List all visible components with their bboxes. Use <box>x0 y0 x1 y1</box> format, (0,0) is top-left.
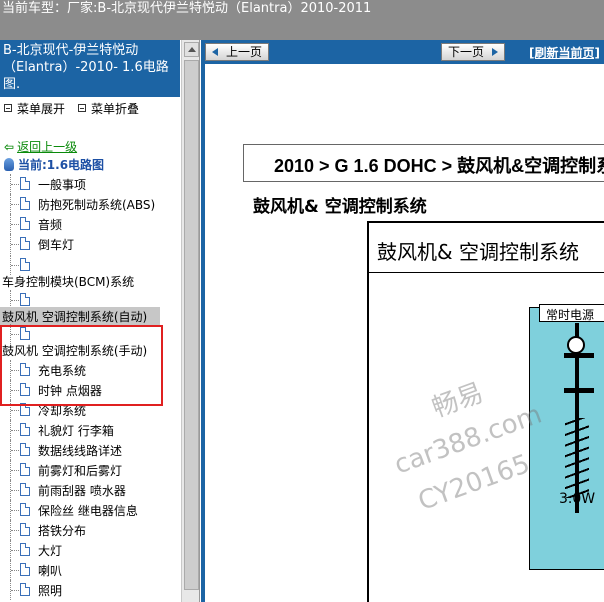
document-icon <box>20 258 30 271</box>
document-icon <box>20 423 30 436</box>
tree-item[interactable]: 搭铁分布 <box>0 520 180 540</box>
arrow-right-icon <box>492 48 499 56</box>
panel-title: B-北京现代-伊兰特悦动（Elantra）-2010- 1.6电路图. <box>0 40 180 97</box>
content-border <box>201 64 205 602</box>
tree-item[interactable]: 保险丝 继电器信息 <box>0 500 180 520</box>
collapse-icon <box>78 104 86 112</box>
resistor-icon <box>565 418 589 498</box>
refresh-link[interactable]: [刷新当前页] <box>529 44 600 61</box>
tree-item[interactable]: 照明 <box>0 580 180 600</box>
terminal-bar <box>564 388 594 393</box>
current-folder: 当前:1.6电路图 <box>4 156 104 173</box>
vehicle-model: 厂家:B-北京现代伊兰特悦动（Elantra）2010-2011 <box>67 1 372 16</box>
tree-item[interactable]: 一般事项 <box>0 174 180 194</box>
tree-item[interactable]: 数据线线路详述 <box>0 440 180 460</box>
document-icon <box>20 197 30 210</box>
document-icon <box>20 523 30 536</box>
tree-item[interactable]: 礼貌灯 行李箱 <box>0 420 180 440</box>
folder-icon <box>4 158 14 171</box>
left-panel: B-北京现代-伊兰特悦动（Elantra）-2010- 1.6电路图. 菜单展开… <box>0 40 200 602</box>
diagram-title: 鼓风机& 空调控制系统 <box>369 223 604 273</box>
back-link[interactable]: ⇦ 返回上一级 <box>4 138 77 155</box>
connector-icon <box>567 336 585 354</box>
document-icon <box>20 583 30 596</box>
document-icon <box>20 237 30 250</box>
document-icon <box>20 177 30 190</box>
document-icon <box>20 483 30 496</box>
document-icon <box>20 543 30 556</box>
vehicle-label: 当前车型： <box>2 1 68 16</box>
watt-label: 3.0W <box>559 491 596 507</box>
current-folder-label: 当前:1.6电路图 <box>18 158 105 172</box>
menu-expand-button[interactable]: 菜单展开 <box>4 100 65 117</box>
document-panel: 上一页 下一页 [刷新当前页] 2010 > G 1.6 DOHC > 鼓风机&… <box>201 40 604 602</box>
tree-item[interactable]: 倒车灯 <box>0 234 180 254</box>
menu-expand-label: 菜单展开 <box>17 102 66 116</box>
highlight-box <box>0 325 163 406</box>
left-scrollbar[interactable] <box>181 40 199 602</box>
menu-collapse-label: 菜单折叠 <box>91 102 140 116</box>
terminal-bar <box>564 353 594 358</box>
document-icon <box>20 217 30 230</box>
back-arrow-icon: ⇦ <box>4 140 15 154</box>
document-icon <box>20 503 30 516</box>
tree-item[interactable]: 防抱死制动系统(ABS) <box>0 194 180 214</box>
page-nav: 上一页 下一页 [刷新当前页] <box>201 40 604 64</box>
tree-item[interactable]: 前雨刮器 喷水器 <box>0 480 180 500</box>
menu-collapse-button[interactable]: 菜单折叠 <box>78 100 139 117</box>
scroll-up-icon[interactable] <box>184 42 199 57</box>
document-icon <box>20 443 30 456</box>
document-icon <box>20 293 30 306</box>
prev-page-label: 上一页 <box>226 45 263 59</box>
expand-icon <box>4 104 12 112</box>
back-link-label[interactable]: 返回上一级 <box>17 140 77 154</box>
document-breadcrumb: 2010 > G 1.6 DOHC > 鼓风机&空调控制系统 <box>243 144 604 182</box>
top-bar: 当前车型：厂家:B-北京现代伊兰特悦动（Elantra）2010-2011 <box>0 0 604 40</box>
tree-item[interactable]: 大灯 <box>0 540 180 560</box>
scroll-thumb[interactable] <box>184 60 199 590</box>
power-label: 常时电源 <box>539 304 604 322</box>
tree-item[interactable]: 前雾灯和后雾灯 <box>0 460 180 480</box>
prev-page-button[interactable]: 上一页 <box>205 43 270 61</box>
tree-item[interactable]: 喇叭 <box>0 560 180 580</box>
next-page-button[interactable]: 下一页 <box>441 43 506 61</box>
wiring-diagram: 鼓风机& 空调控制系统 常时电源 3.0W <box>367 221 604 602</box>
document-icon <box>20 563 30 576</box>
document-icon <box>20 463 30 476</box>
tree-item[interactable]: 音频 <box>0 214 180 234</box>
tree-item[interactable] <box>0 255 180 275</box>
document-subtitle: 鼓风机& 空调控制系统 <box>253 197 427 217</box>
arrow-left-icon <box>212 48 218 56</box>
next-page-label: 下一页 <box>448 45 485 59</box>
